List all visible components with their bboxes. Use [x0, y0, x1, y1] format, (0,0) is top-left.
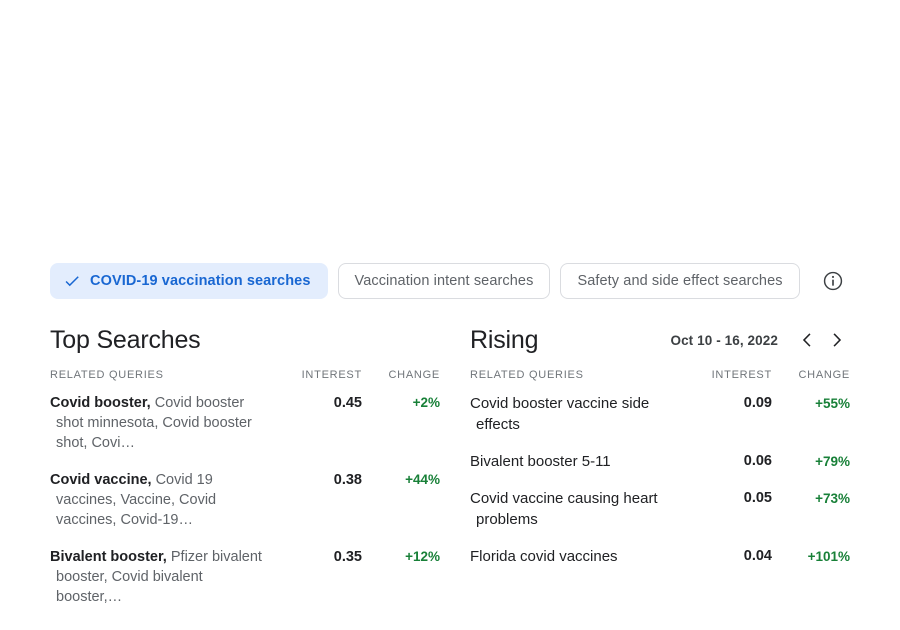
- query-lead: Bivalent booster,: [50, 549, 167, 565]
- query-text: Florida covid vaccines: [470, 548, 618, 565]
- interest-value: 0.45: [333, 395, 362, 411]
- query-text: Covid vaccine causing heart problems: [470, 490, 658, 528]
- interest-value: 0.35: [333, 549, 362, 565]
- chevron-left-icon: [802, 333, 811, 347]
- panel-header: Rising Oct 10 - 16, 2022: [470, 322, 850, 358]
- next-week-button[interactable]: [824, 327, 850, 353]
- check-icon: [65, 276, 79, 287]
- query-lead: Covid vaccine,: [50, 472, 152, 488]
- query-text: Bivalent booster, Pfizer bivalent booste…: [50, 547, 270, 607]
- change-value: +55%: [815, 396, 850, 411]
- table-row[interactable]: Bivalent booster, Pfizer bivalent booste…: [50, 547, 440, 607]
- table-row[interactable]: Covid vaccine, Covid 19 vaccines, Vaccin…: [50, 470, 440, 530]
- change-value: +44%: [405, 472, 440, 487]
- panel-header: Top Searches: [50, 322, 440, 358]
- table-row[interactable]: Bivalent booster 5-11 0.06 +79%: [470, 451, 850, 472]
- query-text: Bivalent booster 5-11: [470, 453, 611, 470]
- table-column-headers: RELATED QUERIES INTEREST CHANGE: [50, 369, 440, 381]
- table-row[interactable]: Covid vaccine causing heart problems 0.0…: [470, 488, 850, 530]
- interest-value: 0.09: [743, 395, 772, 411]
- query-text: Covid booster, Covid booster shot minnes…: [50, 393, 270, 453]
- top-searches-rows: Covid booster, Covid booster shot minnes…: [50, 393, 440, 607]
- interest-value: 0.06: [743, 453, 772, 469]
- change-value: +73%: [815, 491, 850, 506]
- table-row[interactable]: Covid booster, Covid booster shot minnes…: [50, 393, 440, 453]
- chip-covid-19-vaccination-searches[interactable]: COVID-19 vaccination searches: [50, 263, 328, 299]
- change-value: +12%: [405, 549, 440, 564]
- previous-week-button[interactable]: [794, 327, 820, 353]
- info-button[interactable]: [816, 264, 850, 298]
- search-category-filter-bar: COVID-19 vaccination searches Vaccinatio…: [50, 262, 850, 300]
- rising-searches-panel: Rising Oct 10 - 16, 2022 RELATED QUERIES…: [470, 322, 850, 583]
- page-title: Top Searches: [50, 326, 201, 354]
- table-row[interactable]: Covid booster vaccine side effects 0.09 …: [470, 393, 850, 435]
- query-text: Covid booster vaccine side effects: [470, 395, 650, 433]
- column-header-change: CHANGE: [798, 369, 850, 381]
- info-circle-icon: [823, 271, 843, 291]
- interest-value: 0.05: [743, 490, 772, 506]
- top-searches-panel: Top Searches RELATED QUERIES INTEREST CH…: [50, 322, 440, 624]
- column-header-related-queries: RELATED QUERIES: [50, 369, 164, 381]
- table-column-headers: RELATED QUERIES INTEREST CHANGE: [470, 369, 850, 381]
- column-header-related-queries: RELATED QUERIES: [470, 369, 584, 381]
- chip-label: Vaccination intent searches: [354, 273, 534, 289]
- page-title: Rising: [470, 326, 539, 354]
- chip-label: COVID-19 vaccination searches: [90, 273, 311, 289]
- chip-safety-and-side-effect-searches[interactable]: Safety and side effect searches: [560, 263, 800, 299]
- interest-value: 0.04: [743, 548, 772, 564]
- date-navigation: Oct 10 - 16, 2022: [670, 327, 850, 353]
- date-range-label: Oct 10 - 16, 2022: [670, 332, 778, 348]
- table-row[interactable]: Florida covid vaccines 0.04 +101%: [470, 546, 850, 567]
- query-lead: Covid booster,: [50, 395, 151, 411]
- change-value: +101%: [807, 549, 850, 564]
- column-header-interest: INTEREST: [301, 369, 362, 381]
- chip-vaccination-intent-searches[interactable]: Vaccination intent searches: [337, 263, 551, 299]
- change-value: +79%: [815, 454, 850, 469]
- chevron-right-icon: [833, 333, 842, 347]
- column-header-interest: INTEREST: [711, 369, 772, 381]
- interest-value: 0.38: [333, 472, 362, 488]
- query-text: Covid vaccine, Covid 19 vaccines, Vaccin…: [50, 470, 270, 530]
- column-header-change: CHANGE: [388, 369, 440, 381]
- rising-searches-rows: Covid booster vaccine side effects 0.09 …: [470, 393, 850, 567]
- chip-label: Safety and side effect searches: [577, 273, 783, 289]
- change-value: +2%: [412, 395, 440, 410]
